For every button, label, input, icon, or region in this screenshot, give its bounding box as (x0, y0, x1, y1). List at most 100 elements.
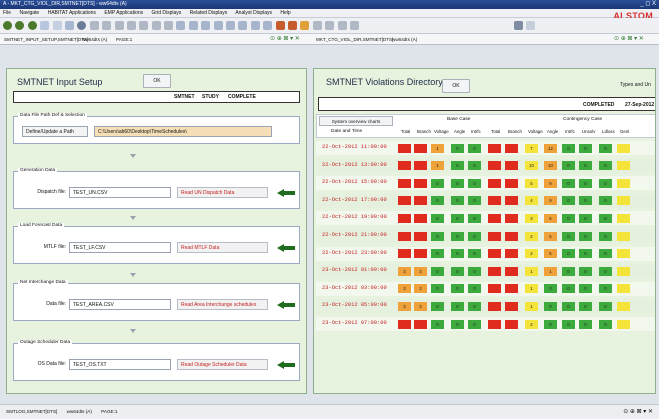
violation-cell[interactable]: 0 (451, 249, 464, 259)
tool-icon-13[interactable] (238, 21, 248, 30)
violation-cell[interactable]: 2 (525, 319, 538, 329)
grid-icon[interactable] (52, 21, 62, 30)
mtlf-file-input[interactable]: TEST_LF.CSV (69, 242, 171, 253)
page-icon[interactable] (40, 21, 50, 30)
violation-cell[interactable]: 1 (431, 143, 444, 153)
violation-cell[interactable]: 0 (562, 319, 575, 329)
violation-cell[interactable] (398, 161, 411, 171)
row-datetime[interactable]: 23-Oct-2012 01:00:00 (322, 265, 387, 276)
violation-cell[interactable] (488, 319, 501, 329)
violation-cell[interactable] (617, 196, 630, 206)
violation-cell[interactable] (398, 231, 411, 241)
row-datetime[interactable]: 23-Oct-2012 07:00:00 (322, 318, 387, 329)
violation-cell[interactable] (414, 178, 427, 188)
violation-cell[interactable] (505, 143, 518, 153)
violation-cell[interactable] (488, 178, 501, 188)
violation-cell[interactable]: 3 (398, 284, 411, 294)
menu-grid-displays[interactable]: Grid Displays (152, 10, 182, 16)
violation-cell[interactable] (505, 161, 518, 171)
menu-related-displays[interactable]: Related Displays (190, 10, 228, 16)
violation-cell[interactable]: 10 (544, 161, 557, 171)
tool-icon-4[interactable] (126, 21, 136, 30)
tool-icon-14[interactable] (250, 21, 260, 30)
violation-cell[interactable]: 3 (525, 213, 538, 223)
violation-cell[interactable]: 0 (599, 196, 612, 206)
row-datetime[interactable]: 23-Oct-2012 03:00:00 (322, 283, 387, 294)
row-datetime[interactable]: 22-Oct-2012 19:00:00 (322, 212, 387, 223)
row-datetime[interactable]: 22-Oct-2012 23:00:00 (322, 248, 387, 259)
tool-icon-1[interactable] (89, 21, 99, 30)
violation-cell[interactable]: 0 (451, 161, 464, 171)
tool-icon-9[interactable] (188, 21, 198, 30)
menu-emp[interactable]: EMP Applications (104, 10, 143, 16)
violation-cell[interactable]: 3 (398, 266, 411, 276)
violation-cell[interactable]: 0 (544, 319, 557, 329)
violation-cell[interactable]: 4 (525, 196, 538, 206)
violation-cell[interactable] (505, 266, 518, 276)
violation-cell[interactable]: 1 (431, 161, 444, 171)
violation-cell[interactable] (398, 213, 411, 223)
violation-cell[interactable] (488, 213, 501, 223)
violation-cell[interactable]: 0 (579, 284, 592, 294)
violation-cell[interactable] (505, 178, 518, 188)
violation-cell[interactable] (398, 249, 411, 259)
violation-cell[interactable]: 0 (599, 301, 612, 311)
violation-cell[interactable]: 0 (431, 249, 444, 259)
violation-cell[interactable]: 0 (431, 301, 444, 311)
violation-cell[interactable]: 0 (468, 284, 481, 294)
violation-cell[interactable]: 0 (451, 143, 464, 153)
tool-icon-8[interactable] (176, 21, 186, 30)
violation-cell[interactable]: 0 (468, 178, 481, 188)
violation-cell[interactable] (488, 301, 501, 311)
violation-cell[interactable]: 10 (525, 161, 538, 171)
violation-cell[interactable]: 0 (431, 196, 444, 206)
violation-cell[interactable]: 0 (562, 143, 575, 153)
violation-cell[interactable]: 0 (579, 231, 592, 241)
back-icon[interactable] (3, 21, 12, 30)
violation-cell[interactable]: 0 (562, 266, 575, 276)
violation-cell[interactable] (617, 319, 630, 329)
violation-cell[interactable]: 0 (562, 196, 575, 206)
violation-cell[interactable] (398, 143, 411, 153)
read-outage-scheduler-button[interactable]: Read Outage Scheduler Data (177, 359, 268, 370)
row-datetime[interactable]: 22-Oct-2012 11:00:00 (322, 142, 387, 153)
violation-cell[interactable]: 2 (525, 231, 538, 241)
violation-cell[interactable]: 0 (468, 161, 481, 171)
violation-cell[interactable] (414, 143, 427, 153)
violation-cell[interactable]: 0 (451, 301, 464, 311)
violation-cell[interactable]: 0 (451, 213, 464, 223)
window-controls[interactable]: _ ◻ X (640, 0, 656, 9)
violation-cell[interactable]: 0 (451, 284, 464, 294)
tool-icon-3[interactable] (114, 21, 124, 30)
violation-cell[interactable]: 2 (525, 249, 538, 259)
violation-cell[interactable] (488, 284, 501, 294)
violation-cell[interactable]: 0 (599, 178, 612, 188)
status-icons[interactable]: ⊙ ⊕ ⊠ ▾ ✕ (623, 405, 653, 419)
menu-analyst-displays[interactable]: Analyst Displays (235, 10, 272, 16)
violation-cell[interactable]: 6 (544, 213, 557, 223)
violation-cell[interactable] (414, 161, 427, 171)
violation-cell[interactable]: 0 (579, 319, 592, 329)
tab-violations-directory[interactable]: MKT_CTG_VIOL_DIR,SMTNET[DTS] (316, 35, 393, 44)
tab-input-setup[interactable]: SMTNET_INPUT_SETUP,SMTNET[DTS] (4, 35, 88, 44)
violation-cell[interactable]: 0 (451, 266, 464, 276)
violation-cell[interactable]: 0 (468, 249, 481, 259)
violation-cell[interactable]: 3 (414, 284, 427, 294)
violation-cell[interactable]: 0 (468, 319, 481, 329)
tool-icon-17[interactable] (325, 21, 335, 30)
violation-cell[interactable]: 0 (431, 178, 444, 188)
violation-cell[interactable]: 1 (525, 284, 538, 294)
violation-cell[interactable]: 0 (579, 301, 592, 311)
violation-cell[interactable] (398, 319, 411, 329)
violation-cell[interactable] (617, 213, 630, 223)
violation-cell[interactable]: 0 (599, 249, 612, 259)
violation-cell[interactable] (505, 249, 518, 259)
violation-cell[interactable]: 3 (414, 266, 427, 276)
violation-cell[interactable]: 3 (414, 301, 427, 311)
menu-file[interactable]: File (3, 10, 11, 16)
tool-icon-11[interactable] (213, 21, 223, 30)
violation-cell[interactable] (617, 266, 630, 276)
violation-cell[interactable]: 5 (544, 249, 557, 259)
violation-cell[interactable]: 0 (431, 231, 444, 241)
print-icon[interactable] (64, 21, 74, 30)
